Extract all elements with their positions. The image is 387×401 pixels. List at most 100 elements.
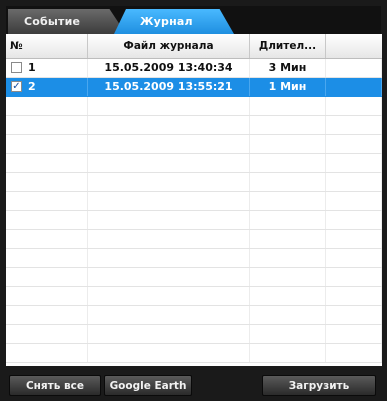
tab-event[interactable]: Событие <box>8 9 126 34</box>
empty-cell <box>88 325 250 343</box>
empty-cell <box>250 116 326 134</box>
empty-cell <box>88 287 250 305</box>
empty-cell <box>326 306 382 324</box>
empty-cell <box>88 173 250 191</box>
empty-cell <box>250 154 326 172</box>
cell-file: 15.05.2009 13:55:21 <box>88 78 250 96</box>
empty-cell <box>6 211 88 229</box>
row-checkbox[interactable] <box>11 62 22 73</box>
column-header-empty <box>326 34 382 58</box>
empty-row[interactable] <box>6 97 382 116</box>
empty-cell <box>250 173 326 191</box>
column-header-duration[interactable]: Длител... <box>250 34 326 58</box>
empty-cell <box>326 268 382 286</box>
empty-cell <box>6 230 88 248</box>
cell-duration: 3 Мин <box>250 59 326 77</box>
cell-number: ✓ 2 <box>6 78 88 96</box>
cell-file: 15.05.2009 13:40:34 <box>88 59 250 77</box>
empty-cell <box>88 230 250 248</box>
empty-cell <box>250 268 326 286</box>
empty-cell <box>326 154 382 172</box>
tab-bar: Событие Журнал <box>6 6 381 34</box>
empty-row[interactable] <box>6 211 382 230</box>
empty-cell <box>326 325 382 343</box>
empty-cell <box>6 154 88 172</box>
empty-cell <box>326 192 382 210</box>
table-row[interactable]: ✓ 2 15.05.2009 13:55:21 1 Мин <box>6 78 382 97</box>
empty-row[interactable] <box>6 116 382 135</box>
empty-cell <box>250 230 326 248</box>
empty-cell <box>326 230 382 248</box>
empty-row[interactable] <box>6 268 382 287</box>
empty-cell <box>88 268 250 286</box>
empty-cell <box>250 249 326 267</box>
empty-row[interactable] <box>6 230 382 249</box>
empty-cell <box>6 116 88 134</box>
empty-cell <box>250 306 326 324</box>
cell-duration: 1 Мин <box>250 78 326 96</box>
clear-all-button[interactable]: Снять все <box>9 375 101 396</box>
cell-empty <box>326 78 382 96</box>
empty-cell <box>6 344 88 362</box>
cell-number: 1 <box>6 59 88 77</box>
tab-journal-label: Журнал <box>140 15 193 28</box>
empty-row[interactable] <box>6 287 382 306</box>
load-button[interactable]: Загрузить <box>262 375 376 396</box>
tab-event-label: Событие <box>24 15 81 28</box>
empty-cell <box>88 192 250 210</box>
empty-row[interactable] <box>6 154 382 173</box>
empty-row[interactable] <box>6 192 382 211</box>
empty-cell <box>250 287 326 305</box>
empty-cell <box>6 173 88 191</box>
empty-cell <box>326 211 382 229</box>
empty-cell <box>250 135 326 153</box>
empty-cell <box>88 344 250 362</box>
empty-cell <box>326 116 382 134</box>
journal-table: № Файл журнала Длител... 1 15.05.2009 13:… <box>6 34 382 366</box>
empty-cell <box>250 211 326 229</box>
empty-cell <box>6 325 88 343</box>
empty-row[interactable] <box>6 344 382 363</box>
empty-cell <box>88 154 250 172</box>
empty-cell <box>250 192 326 210</box>
empty-cell <box>250 97 326 115</box>
empty-cell <box>250 325 326 343</box>
row-checkbox[interactable]: ✓ <box>11 81 22 92</box>
empty-cell <box>6 287 88 305</box>
tab-journal[interactable]: Журнал <box>114 9 234 34</box>
empty-cell <box>326 173 382 191</box>
empty-cell <box>326 135 382 153</box>
empty-row[interactable] <box>6 249 382 268</box>
empty-cell <box>6 135 88 153</box>
row-number: 1 <box>28 61 36 74</box>
cell-empty <box>326 59 382 77</box>
empty-cell <box>326 97 382 115</box>
journal-window: Событие Журнал № Файл журнала Длител... … <box>0 0 387 401</box>
table-header: № Файл журнала Длител... <box>6 34 382 59</box>
empty-cell <box>6 268 88 286</box>
button-bar: Снять все Google Earth Загрузить <box>0 366 387 401</box>
empty-cell <box>88 306 250 324</box>
empty-cell <box>326 344 382 362</box>
empty-cell <box>88 97 250 115</box>
empty-row[interactable] <box>6 135 382 154</box>
empty-cell <box>6 306 88 324</box>
column-header-number[interactable]: № <box>6 34 88 58</box>
empty-row[interactable] <box>6 325 382 344</box>
empty-cell <box>326 287 382 305</box>
google-earth-button[interactable]: Google Earth <box>104 375 192 396</box>
empty-cell <box>250 344 326 362</box>
empty-row[interactable] <box>6 306 382 325</box>
row-number: 2 <box>28 80 36 93</box>
empty-cell <box>88 116 250 134</box>
empty-cell <box>6 192 88 210</box>
empty-cell <box>88 211 250 229</box>
empty-cell <box>88 249 250 267</box>
empty-cell <box>6 97 88 115</box>
empty-cell <box>6 249 88 267</box>
empty-row[interactable] <box>6 173 382 192</box>
table-row[interactable]: 1 15.05.2009 13:40:34 3 Мин <box>6 59 382 78</box>
empty-cell <box>88 135 250 153</box>
column-header-file[interactable]: Файл журнала <box>88 34 250 58</box>
empty-cell <box>326 249 382 267</box>
